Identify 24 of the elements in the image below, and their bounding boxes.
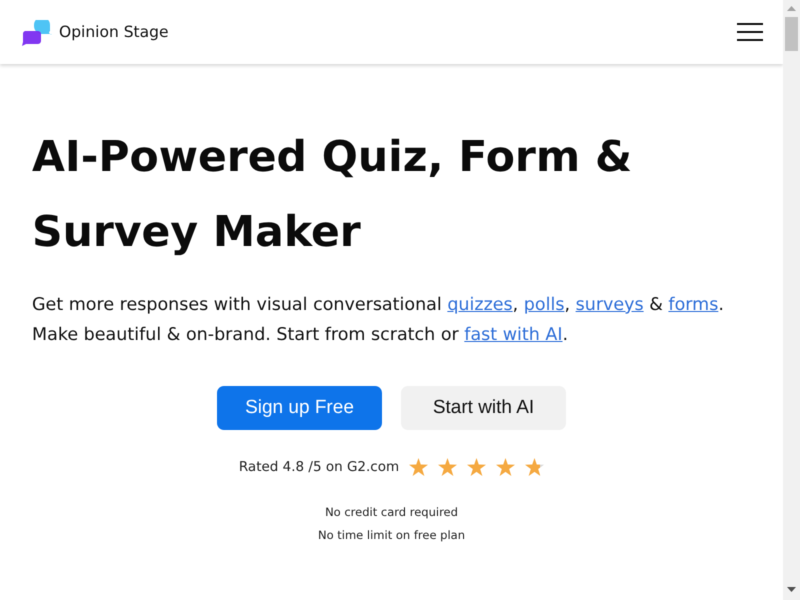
text-link[interactable]: forms: [668, 295, 718, 315]
scrollbar-thumb[interactable]: [785, 17, 798, 51]
text-link[interactable]: surveys: [576, 295, 644, 315]
scroll-up-icon[interactable]: [787, 6, 796, 11]
star-icon: [467, 458, 486, 476]
star-icon: [438, 458, 458, 476]
text-link[interactable]: polls: [524, 295, 564, 315]
note-text: No time limit on free plan: [318, 527, 466, 544]
hero-heading: AI-Powered Quiz, Form & Survey Maker: [32, 132, 634, 259]
text-link[interactable]: quizzes: [447, 295, 513, 315]
rating-text: Rated 4.8 /5 on G2.com: [238, 459, 400, 475]
scroll-down-icon[interactable]: [787, 587, 796, 592]
scrollbar-track[interactable]: [783, 0, 800, 600]
cta-button[interactable]: Start with AI: [401, 386, 566, 430]
text-link[interactable]: fast with AI: [464, 325, 563, 345]
star-icon: [496, 458, 516, 476]
star-icon: [409, 458, 428, 476]
menu-icon[interactable]: [737, 23, 763, 41]
note-text: No credit card required: [325, 504, 458, 521]
intro-paragraph: Get more responses with visual conversational quizzes, polls, surveys & forms. Make beautiful & on-brand. Start from scratch or fast with AI.: [32, 294, 725, 347]
cta-button[interactable]: Sign up Free: [217, 386, 382, 430]
speech-bubbles-logo-icon: [22, 20, 52, 46]
star-icon: [525, 458, 544, 476]
brand-name[interactable]: Opinion Stage: [59, 23, 168, 41]
